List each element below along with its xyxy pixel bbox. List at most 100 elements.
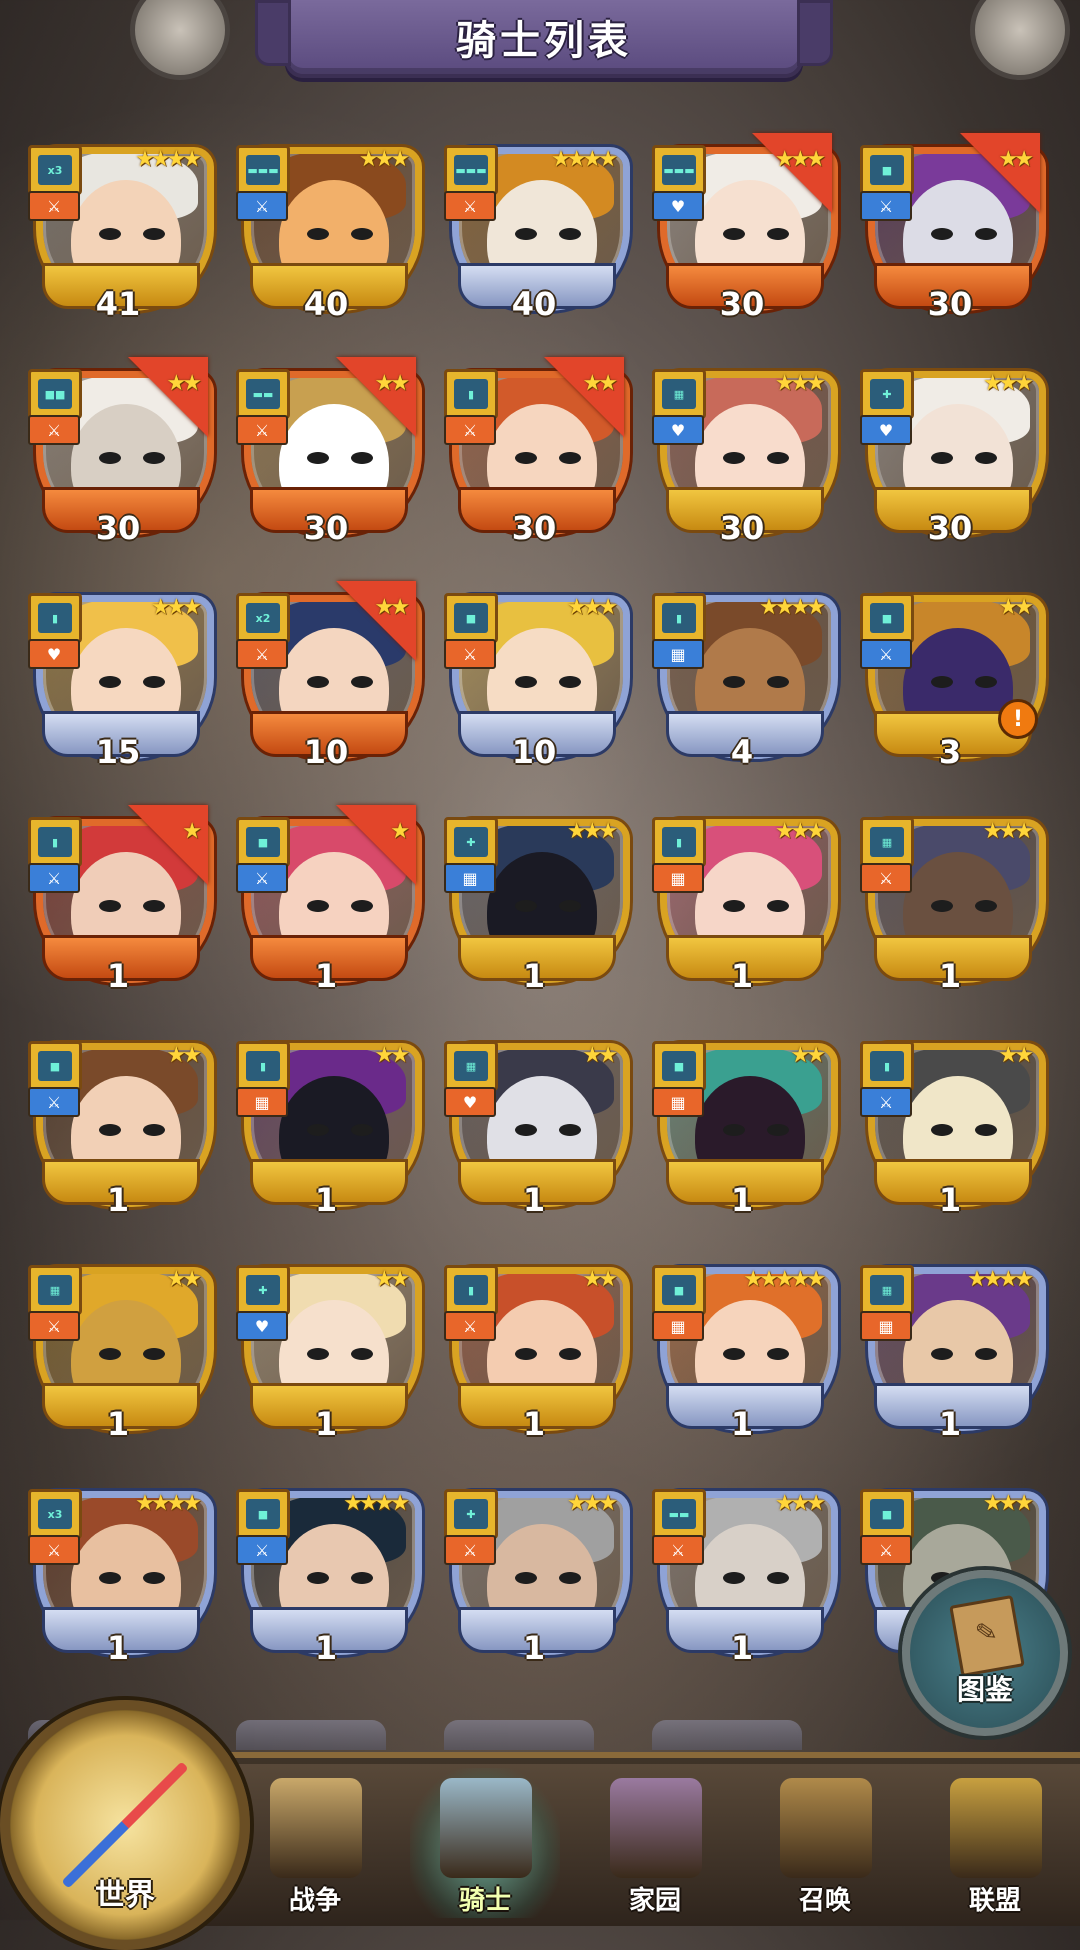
- gauge-decoration-right: [970, 0, 1070, 80]
- knight-eye: [351, 228, 373, 240]
- star-rating: ★★★: [982, 1491, 1034, 1516]
- knight-level: 1: [938, 1181, 962, 1219]
- knight-card[interactable]: ▮ ▦ ★★ 1: [236, 1041, 422, 1219]
- knight-eye: [99, 1572, 121, 1584]
- knight-card[interactable]: ✚ ⚔ ★★★ 1: [444, 1489, 630, 1667]
- knight-card[interactable]: x3 ⚔ ★★★★ 41: [28, 145, 214, 323]
- class-icon: x3: [38, 155, 72, 185]
- knight-card[interactable]: ▬▬▬ ♥ ★★★ 30: [652, 133, 838, 323]
- knight-eye: [515, 1572, 537, 1584]
- upgrade-flag-icon: [752, 133, 832, 213]
- class-badge: ▬▬▬: [236, 145, 290, 195]
- class-badge: ▮: [444, 369, 498, 419]
- knight-card[interactable]: ▬▬ ⚔ ★★ 30: [236, 357, 422, 547]
- knight-card[interactable]: ■ ⚔ ★★★ 10: [444, 593, 630, 771]
- class-icon: ▮: [246, 1051, 280, 1081]
- knight-eye: [307, 1348, 329, 1360]
- knight-eye: [99, 452, 121, 464]
- nav-tab-summon[interactable]: 召唤: [750, 1768, 900, 1918]
- knight-card[interactable]: ■ ⚔ ★★ 30: [860, 133, 1046, 323]
- upgrade-flag-icon: [544, 357, 624, 437]
- class-icon: ✚: [454, 827, 488, 857]
- upgrade-flag-icon: [960, 133, 1040, 213]
- knight-card[interactable]: ▮ ▦ ★★★ 1: [652, 817, 838, 995]
- class-icon: ▬▬▬: [662, 155, 696, 185]
- knight-level: 1: [938, 957, 962, 995]
- knight-level: 1: [730, 1405, 754, 1443]
- knight-card[interactable]: ■ ⚔ ★ 1: [236, 805, 422, 995]
- knight-card[interactable]: ▮ ♥ ★★★ 15: [28, 593, 214, 771]
- nav-tab-home[interactable]: 家园: [580, 1768, 730, 1918]
- knight-level: 30: [927, 285, 973, 323]
- knight-eye: [559, 1572, 581, 1584]
- knight-card[interactable]: ✚ ♥ ★★★ 30: [860, 369, 1046, 547]
- role-icon: ⚔: [444, 639, 496, 669]
- knight-eye: [767, 228, 789, 240]
- knight-card[interactable]: ▦ ♥ ★★ 1: [444, 1041, 630, 1219]
- knight-level: 1: [938, 1405, 962, 1443]
- knight-eye: [351, 676, 373, 688]
- class-icon: ▮: [454, 1275, 488, 1305]
- knight-card[interactable]: ■ ⚔ ★★★★ 1: [236, 1489, 422, 1667]
- knight-card[interactable]: ▮ ⚔ ★★ 1: [444, 1265, 630, 1443]
- knight-eye: [307, 452, 329, 464]
- class-badge: ■: [860, 145, 914, 195]
- knight-card[interactable]: ■ ▦ ★★★★★ 1: [652, 1265, 838, 1443]
- knight-card[interactable]: ✚ ▦ ★★★ 1: [444, 817, 630, 995]
- knight-level: 1: [730, 957, 754, 995]
- knight-card[interactable]: ▦ ⚔ ★★★ 1: [860, 817, 1046, 995]
- codex-button[interactable]: ✎ 图鉴: [902, 1570, 1068, 1736]
- page-title: 骑士列表: [456, 18, 632, 64]
- role-icon: ♥: [860, 415, 912, 445]
- class-badge: ✚: [236, 1265, 290, 1315]
- knight-eye: [559, 1124, 581, 1136]
- knight-card[interactable]: ▦ ♥ ★★★ 30: [652, 369, 838, 547]
- class-badge: ▦: [860, 1265, 914, 1315]
- knight-level: 1: [522, 1629, 546, 1667]
- class-icon: ■■: [38, 379, 72, 409]
- knight-card[interactable]: ▬▬▬ ⚔ ★★★ 40: [236, 145, 422, 323]
- star-rating: ★★: [166, 1267, 203, 1292]
- knight-card[interactable]: ✚ ♥ ★★ 1: [236, 1265, 422, 1443]
- knight-eye: [767, 1572, 789, 1584]
- class-badge: ■: [860, 593, 914, 643]
- class-badge: ✚: [444, 817, 498, 867]
- alliance-icon: [950, 1778, 1042, 1878]
- knight-card[interactable]: ▦ ⚔ ★★ 1: [28, 1265, 214, 1443]
- nav-tab-alliance[interactable]: 联盟: [920, 1768, 1070, 1918]
- knight-card[interactable]: ▮ ⚔ ★★ 1: [860, 1041, 1046, 1219]
- knight-eye: [307, 900, 329, 912]
- knight-card[interactable]: ■ ⚔ ★★ 1: [28, 1041, 214, 1219]
- knight-card[interactable]: ■ ▦ ★★ 1: [652, 1041, 838, 1219]
- knight-card[interactable]: ▬▬▬ ⚔ ★★★★ 40: [444, 145, 630, 323]
- knight-card[interactable]: ▮ ⚔ ★ 1: [28, 805, 214, 995]
- knight-level: 1: [106, 1405, 130, 1443]
- star-rating: ★★★★★: [743, 1267, 826, 1292]
- class-badge: x3: [28, 1489, 82, 1539]
- knight-eye: [307, 228, 329, 240]
- knight-eye: [975, 1348, 997, 1360]
- knight-card[interactable]: ▬▬ ⚔ ★★★ 1: [652, 1489, 838, 1667]
- star-rating: ★★★: [982, 371, 1034, 396]
- class-badge: x2: [236, 593, 290, 643]
- class-icon: ■: [246, 827, 280, 857]
- knight-eye: [143, 1124, 165, 1136]
- knight-card[interactable]: x3 ⚔ ★★★★ 1: [28, 1489, 214, 1667]
- knight-card[interactable]: ■■ ⚔ ★★ 30: [28, 357, 214, 547]
- knight-eye: [143, 676, 165, 688]
- knight-eye: [351, 1348, 373, 1360]
- title-banner: 骑士列表: [255, 0, 833, 78]
- knight-card[interactable]: x2 ⚔ ★★ 10: [236, 581, 422, 771]
- nav-tab-knight[interactable]: 骑士: [410, 1768, 560, 1918]
- role-icon: ⚔: [860, 1087, 912, 1117]
- nav-label: 骑士: [458, 1886, 511, 1916]
- star-rating: ★★: [166, 1043, 203, 1068]
- role-icon: ⚔: [28, 415, 80, 445]
- knight-card[interactable]: ▮ ▦ ★★★★ 4: [652, 593, 838, 771]
- knight-card[interactable]: ▮ ⚔ ★★ 30: [444, 357, 630, 547]
- nav-tab-war[interactable]: 战争: [240, 1768, 390, 1918]
- knight-card[interactable]: ■ ⚔ ★★ 3 !: [860, 593, 1046, 771]
- knight-card[interactable]: ▦ ▦ ★★★★ 1: [860, 1265, 1046, 1443]
- world-button[interactable]: 世界: [0, 1700, 250, 1950]
- knight-level: 1: [314, 1181, 338, 1219]
